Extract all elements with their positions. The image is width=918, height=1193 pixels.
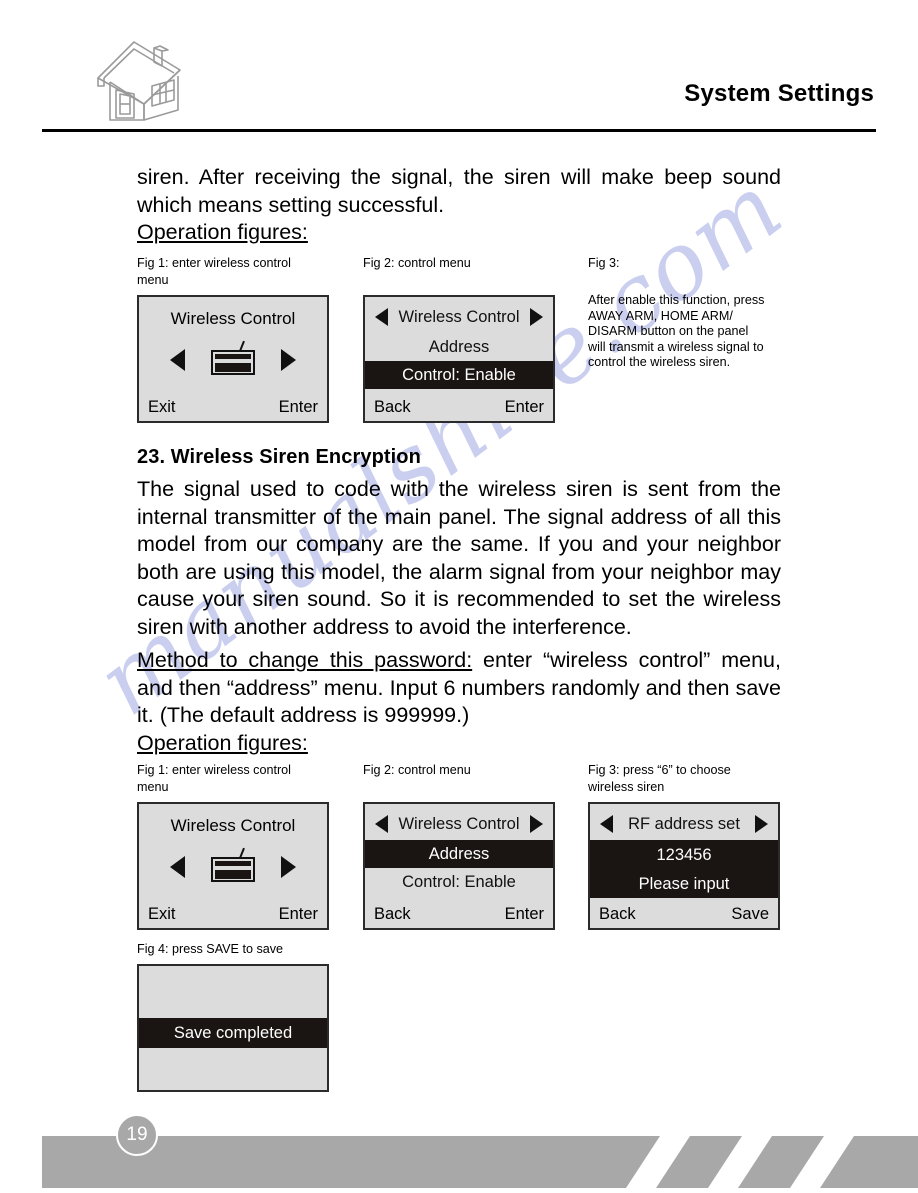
operation-figures-label-2: Operation figures:	[137, 731, 308, 755]
left-arrow-icon	[375, 815, 388, 833]
header-divider	[42, 129, 876, 132]
left-arrow-icon	[375, 308, 388, 326]
right-arrow-icon	[281, 855, 296, 878]
fig1-caption-row2: Fig 1: enter wireless control menu	[137, 763, 291, 794]
lcd-back-label: Back	[374, 398, 411, 416]
lcd-back-label: Back	[374, 905, 411, 923]
lcd-menu-item-control: Control: Enable	[402, 872, 516, 891]
fig3-note-text: After enable this function, press AWAY A…	[588, 293, 765, 369]
page-content: System Settings siren. After receiving t…	[0, 0, 918, 1188]
operation-figures-label-1: Operation figures:	[137, 220, 308, 244]
left-arrow-icon	[170, 348, 185, 371]
lcd-exit-label: Exit	[148, 905, 176, 923]
lcd-title-row: Wireless Control	[365, 301, 553, 333]
page-number-badge: 19	[116, 1114, 158, 1156]
siren-icon	[211, 340, 255, 375]
right-arrow-icon	[281, 348, 296, 371]
right-arrow-icon	[755, 815, 768, 833]
lcd-menu-item-control: Control: Enable	[365, 361, 553, 389]
lcd-save-label: Save	[731, 905, 769, 923]
lcd-title: Wireless Control	[170, 309, 296, 328]
lcd-back-label: Back	[599, 905, 636, 923]
page-title: System Settings	[684, 80, 874, 107]
lcd-title: Wireless Control	[398, 814, 520, 833]
method-paragraph: Method to change this password: enter “w…	[137, 647, 781, 730]
lcd-enter-label: Enter	[504, 398, 544, 416]
siren-icon	[211, 847, 255, 882]
lcd-panel-fig3-row2: RF address set 123456 Please input Back …	[588, 802, 780, 930]
lcd-menu-item-address: Address	[365, 840, 553, 868]
method-label: Method to change this password:	[137, 648, 473, 672]
page-header: System Settings	[42, 30, 876, 130]
left-arrow-icon	[170, 855, 185, 878]
fig3-caption-row1: Fig 3:	[588, 256, 620, 270]
section-heading: 23. Wireless Siren Encryption	[137, 446, 421, 468]
lcd-enter-label: Enter	[504, 905, 544, 923]
fig3-caption-row2: Fig 3: press “6” to choose wireless sire…	[588, 763, 731, 794]
fig2-caption-row2: Fig 2: control menu	[363, 763, 471, 777]
section-paragraph: The signal used to code with the wireles…	[137, 477, 781, 639]
right-arrow-icon	[530, 308, 543, 326]
fig1-caption-row1: Fig 1: enter wireless control menu	[137, 256, 291, 287]
lcd-title-row: Wireless Control	[365, 808, 553, 840]
lcd-title: RF address set	[628, 814, 740, 833]
lcd-panel-fig2-row2: Wireless Control Address Control: Enable…	[363, 802, 555, 930]
lcd-panel-fig2-row1: Wireless Control Address Control: Enable…	[363, 295, 555, 423]
lcd-save-message: Save completed	[139, 1018, 327, 1048]
fig2-caption-row1: Fig 2: control menu	[363, 256, 471, 270]
lcd-panel-fig1-row2: Wireless Control Exit Enter	[137, 802, 329, 930]
lcd-panel-fig1-row1: Wireless Control Exit Enter	[137, 295, 329, 423]
lcd-enter-label: Enter	[278, 398, 318, 416]
fig4-caption: Fig 4: press SAVE to save	[137, 942, 284, 956]
intro-paragraph: siren. After receiving the signal, the s…	[137, 165, 781, 217]
lcd-menu-item-address: Address	[428, 337, 490, 356]
lcd-panel-fig4: Save completed	[137, 964, 329, 1092]
left-arrow-icon	[600, 815, 613, 833]
lcd-input-prompt: Please input	[590, 870, 778, 898]
lcd-title: Wireless Control	[398, 307, 520, 326]
lcd-exit-label: Exit	[148, 398, 176, 416]
right-arrow-icon	[530, 815, 543, 833]
house-icon	[90, 34, 188, 131]
lcd-title-row: RF address set	[590, 808, 778, 840]
lcd-title: Wireless Control	[170, 816, 296, 835]
lcd-enter-label: Enter	[278, 905, 318, 923]
lcd-address-value: 123456	[590, 840, 778, 870]
